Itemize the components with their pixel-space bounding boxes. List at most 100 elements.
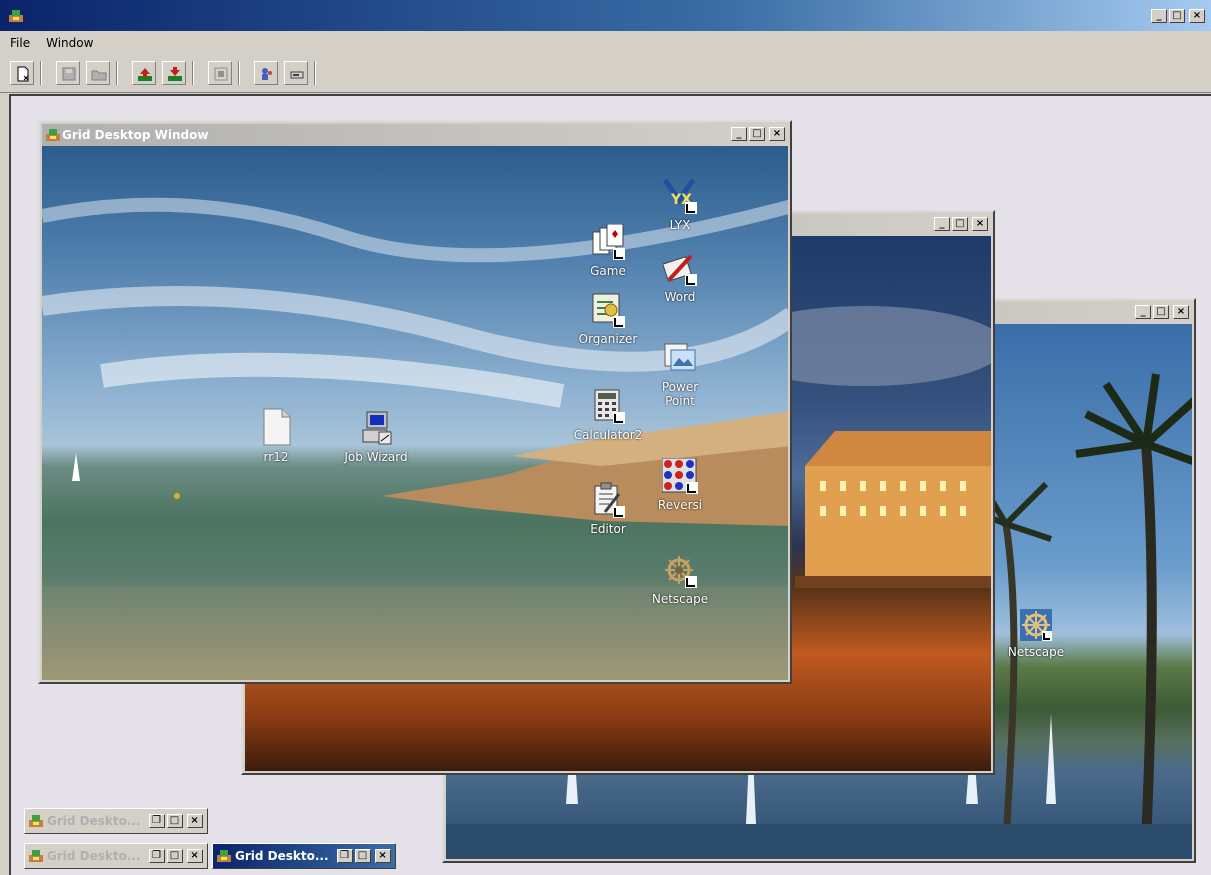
minimize-button[interactable]: _ bbox=[731, 127, 747, 141]
close-button[interactable]: × bbox=[1189, 9, 1205, 23]
desktop-icon-label: Game bbox=[590, 264, 626, 278]
close-button[interactable]: × bbox=[186, 849, 203, 863]
app-window-controls: _ □ × bbox=[1151, 9, 1205, 23]
close-button[interactable]: × bbox=[374, 849, 391, 863]
close-button[interactable]: × bbox=[186, 814, 203, 828]
desktop-icon-label: Editor bbox=[590, 522, 626, 536]
toolbar-separator bbox=[116, 61, 118, 85]
restore-button[interactable]: ❐ bbox=[336, 849, 353, 863]
desktop-icon-label: Reversi bbox=[657, 498, 703, 512]
desktop-icon-lyx[interactable]: YX LYX bbox=[640, 178, 720, 232]
new-button[interactable] bbox=[10, 61, 34, 85]
minimize-button[interactable]: _ bbox=[1135, 305, 1151, 319]
netscape-icon bbox=[665, 556, 697, 588]
close-button[interactable]: × bbox=[972, 217, 988, 231]
desktop-icon-organizer[interactable]: Organizer bbox=[568, 292, 648, 346]
save-icon bbox=[62, 67, 76, 81]
desktop-icon-label: Organizer bbox=[578, 332, 638, 346]
users-icon bbox=[262, 68, 272, 80]
toolbar-separator bbox=[40, 61, 42, 85]
desktop-icon-word[interactable]: Word bbox=[640, 250, 720, 304]
window-controls: ❐ □ × bbox=[148, 849, 203, 863]
computer-wizard-icon bbox=[362, 411, 392, 445]
menu-file[interactable]: File bbox=[10, 36, 30, 50]
minimize-button[interactable]: _ bbox=[1151, 9, 1167, 23]
grid-desktop-icon bbox=[217, 850, 231, 862]
download-button[interactable] bbox=[162, 61, 186, 85]
desktop-window-front[interactable]: Grid Desktop Window _ □ × rr12 Job Wizar… bbox=[38, 120, 792, 684]
minimized-window-3[interactable]: Grid Deskto... ❐ □ × bbox=[212, 843, 396, 869]
minimized-window-title: Grid Deskto... bbox=[47, 849, 141, 863]
download-icon bbox=[168, 67, 182, 81]
restore-button[interactable]: ❐ bbox=[148, 849, 165, 863]
window-controls: ❐ □ × bbox=[148, 814, 203, 828]
powerpoint-icon bbox=[664, 343, 696, 371]
document-icon bbox=[263, 408, 291, 446]
new-document-icon bbox=[17, 66, 29, 82]
desktop-icon-label: rr12 bbox=[263, 450, 289, 464]
maximize-button[interactable]: □ bbox=[1169, 9, 1185, 23]
maximize-button[interactable]: □ bbox=[354, 849, 371, 863]
desktop-icon-netscape[interactable]: Netscape bbox=[640, 554, 720, 606]
grid-icon bbox=[214, 67, 228, 81]
desktop-background-beach[interactable]: rr12 Job Wizard Game YX LYX Word Organiz… bbox=[42, 146, 788, 680]
users-button[interactable] bbox=[254, 61, 278, 85]
minimize-button[interactable]: _ bbox=[934, 217, 950, 231]
toolbar bbox=[0, 55, 1211, 93]
window-title: Grid Desktop Window bbox=[62, 128, 209, 142]
window-controls: _ □ × bbox=[934, 217, 988, 231]
desktop-icon-label: Power Point bbox=[661, 380, 699, 408]
menu-bar: File Window bbox=[0, 31, 1211, 55]
maximize-button[interactable]: □ bbox=[166, 814, 183, 828]
minimized-window-2[interactable]: Grid Deskto... ❐ □ × bbox=[24, 843, 208, 869]
editor-icon bbox=[594, 482, 625, 518]
word-icon bbox=[663, 254, 697, 286]
network-button[interactable] bbox=[284, 61, 308, 85]
organizer-icon bbox=[592, 293, 625, 328]
restore-button[interactable]: ❐ bbox=[148, 814, 165, 828]
desktop-icon-netscape-back[interactable]: Netscape bbox=[996, 609, 1076, 659]
window-titlebar[interactable]: Grid Desktop Window _ □ × bbox=[42, 124, 788, 146]
desktop-icon-job-wizard[interactable]: Job Wizard bbox=[336, 410, 416, 464]
desktop-icon-powerpoint[interactable]: Power Point bbox=[640, 340, 720, 408]
folder-icon bbox=[91, 70, 107, 81]
maximize-button[interactable]: □ bbox=[166, 849, 183, 863]
toolbar-separator bbox=[314, 61, 316, 85]
desktop-icon-editor[interactable]: Editor bbox=[568, 482, 648, 536]
desktop-icon-label: Netscape bbox=[1007, 645, 1065, 659]
folder-button[interactable] bbox=[86, 61, 110, 85]
window-controls: _ □ × bbox=[1135, 305, 1189, 319]
desktop-icon-label: Job Wizard bbox=[344, 450, 408, 464]
desktop-icon-rr12[interactable]: rr12 bbox=[236, 408, 316, 464]
cards-icon bbox=[592, 224, 625, 260]
maximize-button[interactable]: □ bbox=[749, 127, 765, 141]
maximize-button[interactable]: □ bbox=[1153, 305, 1169, 319]
desktop-icon-label: LYX bbox=[669, 218, 691, 232]
app-titlebar: _ □ × bbox=[0, 0, 1211, 31]
network-drive-icon bbox=[290, 71, 304, 79]
close-button[interactable]: × bbox=[1173, 305, 1189, 319]
toolbar-separator bbox=[192, 61, 194, 85]
calculator-icon bbox=[594, 389, 625, 424]
grid-desktop-icon bbox=[46, 129, 60, 141]
grid-button[interactable] bbox=[208, 61, 232, 85]
window-controls: ❐ □ × bbox=[336, 849, 391, 863]
close-button[interactable]: × bbox=[769, 127, 785, 141]
minimized-window-1[interactable]: Grid Deskto... ❐ □ × bbox=[24, 808, 208, 834]
upload-button[interactable] bbox=[132, 61, 156, 85]
maximize-button[interactable]: □ bbox=[952, 217, 968, 231]
desktop-icon-label: Netscape bbox=[651, 592, 709, 606]
save-button[interactable] bbox=[56, 61, 80, 85]
netscape-icon bbox=[1020, 609, 1052, 641]
toolbar-separator bbox=[238, 61, 240, 85]
minimized-window-title: Grid Deskto... bbox=[235, 849, 329, 863]
desktop-icon-label: Word bbox=[664, 290, 696, 304]
reversi-icon bbox=[662, 458, 698, 494]
app-icon bbox=[9, 10, 23, 22]
menu-window[interactable]: Window bbox=[46, 36, 93, 50]
grid-desktop-icon bbox=[29, 850, 43, 862]
desktop-icon-calculator2[interactable]: Calculator2 bbox=[568, 388, 648, 442]
desktop-icon-reversi[interactable]: Reversi bbox=[640, 458, 720, 512]
desktop-icon-game[interactable]: Game bbox=[568, 224, 648, 278]
desktop-icon-label: Calculator2 bbox=[573, 428, 643, 442]
